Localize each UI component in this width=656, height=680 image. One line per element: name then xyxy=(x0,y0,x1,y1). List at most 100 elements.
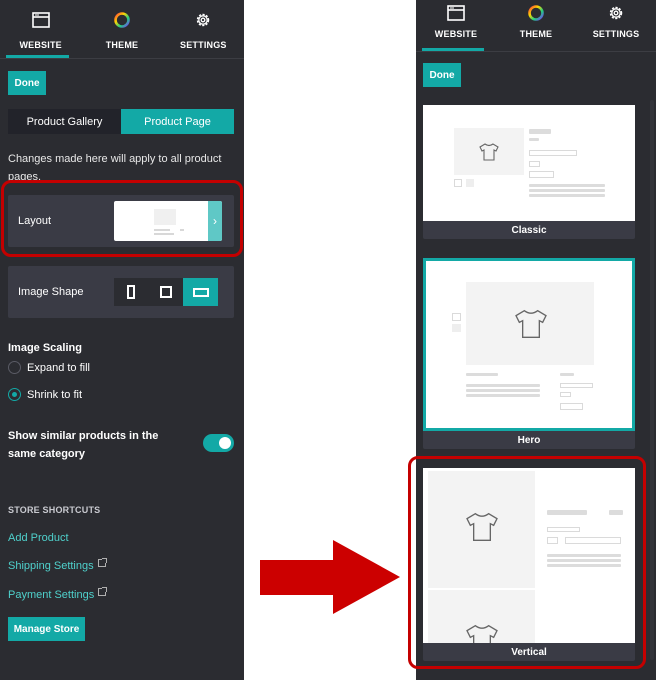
add-product-link[interactable]: Add Product xyxy=(8,532,69,544)
radio-checked-icon xyxy=(8,388,21,401)
qty-box xyxy=(547,537,558,544)
tab-bar: WEBSITE THEME SETTINGS xyxy=(416,0,656,52)
link-label: Shipping Settings xyxy=(8,560,94,572)
thumbnail-box xyxy=(452,313,461,321)
thumbnail-line xyxy=(154,229,170,231)
tab-website[interactable]: WEBSITE xyxy=(416,0,496,51)
radio-shrink-to-fit[interactable]: Shrink to fit xyxy=(8,388,82,401)
tab-label: WEBSITE xyxy=(434,29,478,39)
desc-bar xyxy=(466,394,540,397)
desc-bar xyxy=(529,189,605,192)
tab-settings[interactable]: SETTINGS xyxy=(576,0,656,51)
desc-bar xyxy=(547,564,621,567)
price-bar xyxy=(609,510,623,515)
layout-option-label: Hero xyxy=(517,434,541,446)
radio-expand-to-fill[interactable]: Expand to fill xyxy=(8,361,90,374)
segment-product-gallery[interactable]: Product Gallery xyxy=(8,109,121,134)
left-editor-panel: WEBSITE THEME SETTINGS Done Product Gall… xyxy=(0,0,244,680)
layout-option-label: Classic xyxy=(511,224,547,236)
layout-thumbnail[interactable]: › xyxy=(114,201,222,241)
tab-label: SETTINGS xyxy=(180,40,227,50)
layout-label: Layout xyxy=(18,215,52,227)
tab-bar: WEBSITE THEME SETTINGS xyxy=(0,0,244,59)
tab-settings[interactable]: SETTINGS xyxy=(163,0,244,58)
radio-label: Expand to fill xyxy=(27,361,90,374)
layout-option-label: Vertical xyxy=(511,646,547,658)
thumbnail-box xyxy=(454,179,462,187)
desc-bar xyxy=(547,554,621,557)
shipping-settings-link[interactable]: Shipping Settings xyxy=(8,558,107,572)
qty-box xyxy=(529,161,540,167)
title-bar xyxy=(529,129,551,134)
button-box xyxy=(529,171,554,178)
tshirt-icon xyxy=(466,624,498,643)
tab-theme[interactable]: THEME xyxy=(496,0,576,51)
browser-window-icon xyxy=(31,10,51,30)
image-shape-label: Image Shape xyxy=(18,286,84,298)
tab-label: THEME xyxy=(519,29,553,39)
radio-unchecked-icon xyxy=(8,361,21,374)
done-button[interactable]: Done xyxy=(423,63,461,87)
external-link-icon xyxy=(98,587,108,596)
select-box xyxy=(560,383,593,388)
tab-label: SETTINGS xyxy=(592,29,640,39)
tshirt-icon xyxy=(479,143,499,161)
desc-bar xyxy=(466,384,540,387)
similar-products-toggle[interactable] xyxy=(203,434,234,452)
select-box xyxy=(547,527,580,532)
tab-website[interactable]: WEBSITE xyxy=(0,0,81,58)
layout-option-classic[interactable]: Classic xyxy=(423,105,635,239)
scrollbar[interactable] xyxy=(650,100,654,660)
shape-landscape-option[interactable] xyxy=(183,278,219,306)
desc-bar xyxy=(547,559,621,562)
link-label: Add Product xyxy=(8,532,69,544)
payment-settings-link[interactable]: Payment Settings xyxy=(8,587,108,601)
thumbnail-line xyxy=(154,233,174,235)
thumbnail-image-placeholder xyxy=(154,209,176,225)
layout-picker-panel: WEBSITE THEME SETTINGS Done Classic Hero… xyxy=(416,0,656,680)
qty-box xyxy=(560,392,571,397)
manage-store-button[interactable]: Manage Store xyxy=(8,617,85,641)
image-shape-selector xyxy=(114,278,219,306)
color-wheel-icon xyxy=(526,3,546,23)
link-label: Payment Settings xyxy=(8,589,95,601)
tab-label: WEBSITE xyxy=(19,40,62,50)
tab-theme[interactable]: THEME xyxy=(81,0,162,58)
desc-bar xyxy=(466,389,540,392)
layout-setting[interactable]: Layout › xyxy=(8,195,234,247)
layout-option-hero[interactable]: Hero xyxy=(423,258,635,449)
layout-option-vertical[interactable]: Vertical xyxy=(423,468,635,661)
title-bar xyxy=(547,510,587,515)
similar-products-label: Show similar products in the same catego… xyxy=(8,430,159,460)
shape-portrait-option[interactable] xyxy=(114,278,149,306)
button-box xyxy=(565,537,621,544)
shape-square-option[interactable] xyxy=(149,278,184,306)
thumbnail-line xyxy=(180,229,184,231)
tshirt-icon xyxy=(466,512,498,541)
thumbnail-box xyxy=(452,324,461,332)
color-wheel-icon xyxy=(112,10,132,30)
vertical-preview xyxy=(423,468,635,643)
price-bar xyxy=(560,373,574,376)
image-shape-setting: Image Shape xyxy=(8,266,234,318)
browser-window-icon xyxy=(446,3,466,23)
chevron-right-icon[interactable]: › xyxy=(208,201,222,241)
done-button[interactable]: Done xyxy=(8,71,46,95)
image-scaling-title: Image Scaling xyxy=(8,342,82,354)
square-icon xyxy=(160,286,172,298)
price-bar xyxy=(529,138,539,141)
segment-product-page[interactable]: Product Page xyxy=(121,109,234,134)
desc-bar xyxy=(529,184,605,187)
hero-preview xyxy=(423,258,635,431)
tab-label: THEME xyxy=(105,40,139,50)
select-box xyxy=(529,150,577,156)
external-link-icon xyxy=(97,558,107,567)
tshirt-icon xyxy=(515,309,547,338)
radio-label: Shrink to fit xyxy=(27,388,83,401)
portrait-icon xyxy=(127,285,136,299)
button-box xyxy=(560,403,583,410)
gear-icon xyxy=(193,10,213,30)
landscape-icon xyxy=(192,287,209,297)
apply-all-note: Changes made here will apply to all prod… xyxy=(8,153,222,183)
page-type-switch: Product Gallery Product Page xyxy=(8,109,234,134)
